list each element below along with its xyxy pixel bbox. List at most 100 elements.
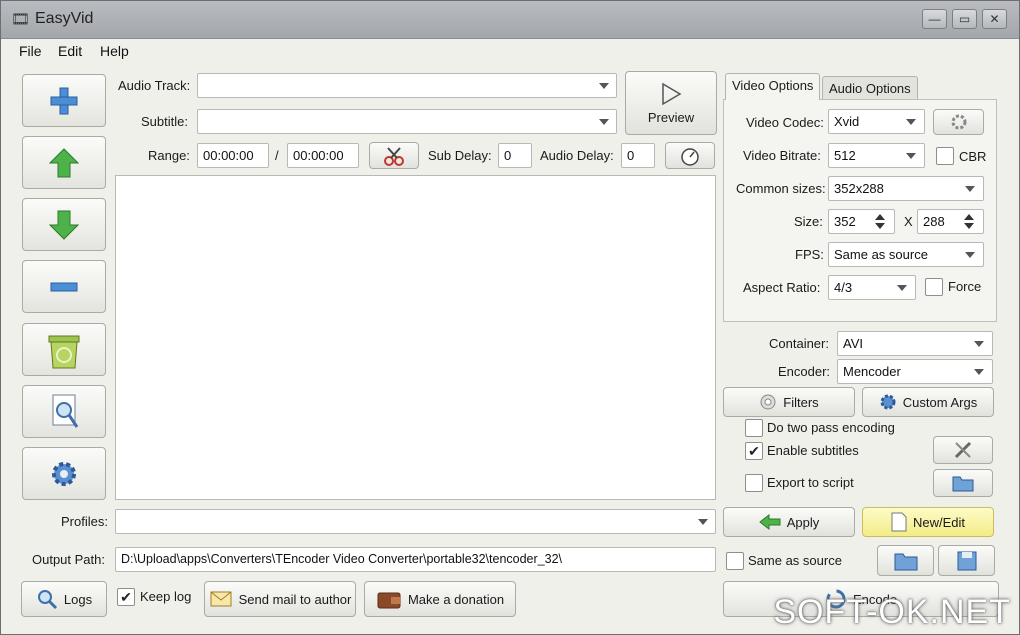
apply-label: Apply xyxy=(786,514,820,530)
enable-subtitles-checkbox[interactable]: ✔ xyxy=(745,442,763,460)
audio-track-label: Audio Track: xyxy=(118,78,191,93)
apply-button[interactable]: Apply xyxy=(723,507,855,537)
subtitle-label: Subtitle: xyxy=(141,114,188,129)
audio-track-select[interactable] xyxy=(197,73,617,98)
move-down-icon xyxy=(49,210,79,240)
enable-subtitles-label: Enable subtitles xyxy=(767,443,859,458)
app-window: 🎞 EasyVid — ▭ ✕ File Edit Help Audio Tra… xyxy=(0,0,1020,635)
common-sizes-select[interactable]: 352x288 xyxy=(828,176,984,201)
close-button[interactable]: ✕ xyxy=(982,9,1007,29)
common-sizes-label: Common sizes: xyxy=(736,181,826,196)
clear-list-button[interactable] xyxy=(22,323,106,376)
add-icon xyxy=(50,87,78,114)
size-width-spinner[interactable]: 352 xyxy=(828,209,895,234)
size-height-spinner[interactable]: 288 xyxy=(917,209,984,234)
arrow-left-icon xyxy=(758,514,781,530)
save-folder-icon xyxy=(957,551,976,570)
gear-icon xyxy=(951,114,966,130)
new-edit-button[interactable]: New/Edit xyxy=(862,507,994,537)
chevron-down-icon xyxy=(965,252,975,258)
sync-button[interactable] xyxy=(665,142,715,169)
video-codec-label: Video Codec: xyxy=(746,115,824,130)
browse-output-button[interactable] xyxy=(938,545,995,576)
encoder-select[interactable]: Mencoder xyxy=(837,359,993,384)
subtitle-tools-button[interactable] xyxy=(933,436,993,464)
file-list[interactable] xyxy=(115,175,716,500)
menu-bar: File Edit Help xyxy=(1,39,1019,63)
send-mail-label: Send mail to author xyxy=(238,591,352,607)
move-up-icon xyxy=(49,147,79,177)
inspect-icon xyxy=(52,394,79,428)
spin-up-icon[interactable] xyxy=(875,214,885,220)
chevron-down-icon xyxy=(599,83,609,89)
scissors-icon xyxy=(384,146,404,166)
chevron-down-icon xyxy=(974,341,984,347)
output-path-field[interactable]: D:\Upload\apps\Converters\TEncoder Video… xyxy=(115,547,716,572)
script-folder-button[interactable] xyxy=(933,469,993,497)
move-up-button[interactable] xyxy=(22,136,106,189)
profiles-label: Profiles: xyxy=(61,514,108,529)
chevron-down-icon xyxy=(599,119,609,125)
magnifier-icon xyxy=(37,590,57,610)
app-logo-icon: 🎞 xyxy=(11,11,31,28)
sub-delay-label: Sub Delay: xyxy=(428,148,492,163)
logs-button[interactable]: Logs xyxy=(21,581,107,617)
title-bar: 🎞 EasyVid — ▭ ✕ xyxy=(1,1,1019,39)
maximize-button[interactable]: ▭ xyxy=(952,9,977,29)
send-mail-button[interactable]: Send mail to author xyxy=(204,581,356,617)
custom-args-button[interactable]: Custom Args xyxy=(862,387,994,417)
export-script-checkbox[interactable] xyxy=(745,474,763,492)
add-file-button[interactable] xyxy=(22,74,106,127)
preview-button[interactable]: Preview xyxy=(625,71,717,135)
range-end-field[interactable]: 00:00:00 xyxy=(287,143,359,168)
cbr-checkbox[interactable] xyxy=(936,147,954,165)
size-label: Size: xyxy=(794,214,823,229)
range-separator: / xyxy=(275,148,279,163)
spin-up-icon[interactable] xyxy=(964,214,974,220)
size-separator: X xyxy=(904,214,913,229)
chevron-down-icon xyxy=(965,186,975,192)
chevron-down-icon xyxy=(974,369,984,375)
range-start-field[interactable]: 00:00:00 xyxy=(197,143,269,168)
force-checkbox[interactable] xyxy=(925,278,943,296)
menu-file[interactable]: File xyxy=(19,43,42,59)
chevron-down-icon xyxy=(897,285,907,291)
donation-label: Make a donation xyxy=(407,591,505,607)
settings-button[interactable] xyxy=(22,447,106,500)
audio-delay-field[interactable]: 0 xyxy=(621,143,655,168)
new-edit-label: New/Edit xyxy=(912,514,966,530)
audio-delay-label: Audio Delay: xyxy=(540,148,614,163)
spin-down-icon[interactable] xyxy=(875,223,885,229)
two-pass-checkbox[interactable] xyxy=(745,419,763,437)
cbr-label: CBR xyxy=(959,149,987,164)
keep-log-checkbox[interactable]: ✔ xyxy=(117,588,135,606)
open-output-folder-button[interactable] xyxy=(877,545,934,576)
gear-icon xyxy=(880,394,896,410)
menu-edit[interactable]: Edit xyxy=(58,43,82,59)
spin-down-icon[interactable] xyxy=(964,223,974,229)
fps-label: FPS: xyxy=(795,247,824,262)
sub-delay-field[interactable]: 0 xyxy=(498,143,532,168)
subtitle-select[interactable] xyxy=(197,109,617,134)
fps-select[interactable]: Same as source xyxy=(828,242,984,267)
cut-button[interactable] xyxy=(369,142,419,169)
media-info-button[interactable] xyxy=(22,385,106,438)
move-down-button[interactable] xyxy=(22,198,106,251)
output-path-label: Output Path: xyxy=(32,552,105,567)
folder-icon xyxy=(952,476,974,492)
settings-gear-icon xyxy=(52,461,76,486)
wallet-icon xyxy=(377,592,401,609)
filters-button[interactable]: Filters xyxy=(723,387,855,417)
range-label: Range: xyxy=(148,148,190,163)
minimize-button[interactable]: — xyxy=(922,9,947,29)
menu-help[interactable]: Help xyxy=(100,43,129,59)
remove-file-button[interactable] xyxy=(22,260,106,313)
same-as-source-checkbox[interactable] xyxy=(726,552,744,570)
recycle-bin-icon xyxy=(48,335,80,368)
container-select[interactable]: AVI xyxy=(837,331,993,356)
stopwatch-icon xyxy=(681,147,699,166)
tab-video-options[interactable]: Video Options xyxy=(725,73,821,100)
donation-button[interactable]: Make a donation xyxy=(364,581,516,617)
profiles-select[interactable] xyxy=(115,509,716,534)
codec-settings-button[interactable] xyxy=(933,109,984,135)
